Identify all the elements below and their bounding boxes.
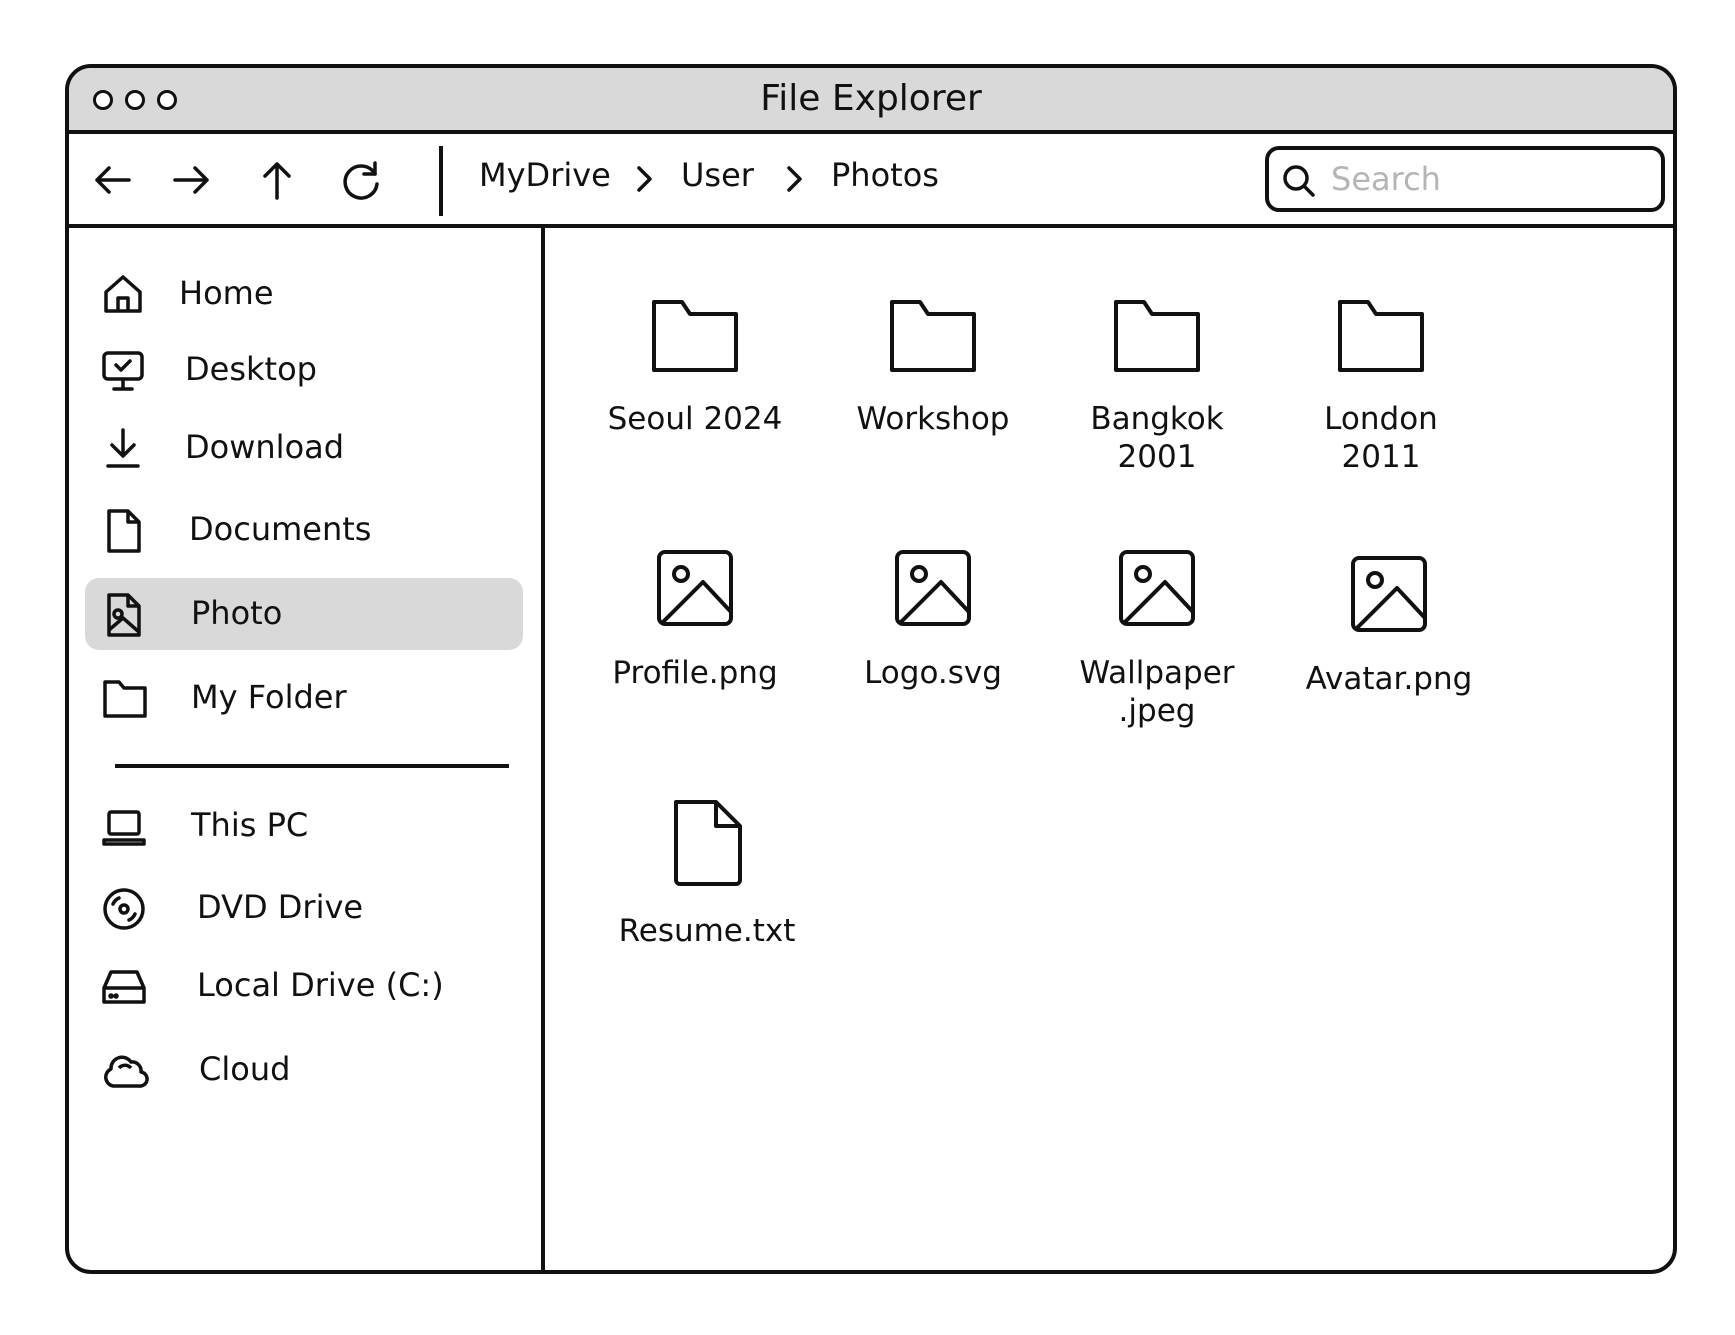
file-name: Logo.svg [864, 655, 1002, 691]
folder-item-seoul-2024[interactable]: Seoul 2024 [585, 298, 805, 438]
sidebar-item-home[interactable]: Home [85, 258, 523, 330]
breadcrumb-user[interactable]: User [681, 156, 754, 194]
cloud-icon [104, 1055, 149, 1088]
folder-item-bangkok-2001[interactable]: Bangkok 2001 [1047, 298, 1267, 476]
file-explorer-window: File Explorer MyDrive User Photos Home [65, 64, 1677, 1274]
sidebar-item-desktop[interactable]: Desktop [85, 334, 523, 406]
home-icon [104, 275, 142, 313]
image-item-logo[interactable]: Logo.svg [823, 548, 1043, 692]
image-icon [895, 550, 971, 626]
folder-icon [890, 300, 976, 372]
refresh-icon [343, 161, 379, 200]
laptop-icon [102, 810, 146, 846]
folder-icon [103, 680, 147, 718]
file-name: Wallpaper .jpeg [1047, 654, 1267, 730]
folder-item-workshop[interactable]: Workshop [823, 298, 1043, 438]
chevron-right-icon [787, 166, 802, 192]
breadcrumb-mydrive[interactable]: MyDrive [479, 156, 611, 194]
sidebar-item-label: Documents [189, 510, 372, 548]
search-icon [1283, 165, 1315, 197]
folder-item-london-2011[interactable]: London 2011 [1271, 298, 1491, 476]
file-grid: Seoul 2024 Workshop Bangkok 2001 London 20… [545, 228, 1673, 1270]
search-box[interactable] [1265, 146, 1665, 212]
dvd-icon [103, 888, 145, 930]
arrow-right-icon [173, 166, 209, 194]
file-name: Seoul 2024 [607, 401, 783, 437]
folder-icon [1114, 300, 1200, 372]
image-item-wallpaper[interactable]: Wallpaper .jpeg [1047, 548, 1267, 730]
sidebar-item-label: My Folder [191, 678, 347, 716]
image-item-profile[interactable]: Profile.png [585, 548, 805, 692]
sidebar-item-label: DVD Drive [197, 888, 364, 926]
folder-icon [652, 300, 738, 372]
desktop-icon [102, 351, 144, 391]
file-name: Profile.png [612, 655, 778, 691]
sidebar-item-label: Photo [191, 594, 283, 632]
arrow-up-icon [263, 162, 291, 200]
file-name: London 2011 [1271, 400, 1491, 476]
sidebar-item-download[interactable]: Download [85, 412, 523, 484]
document-icon [107, 509, 141, 553]
image-icon [657, 550, 733, 626]
file-name-line: 2001 [1117, 439, 1197, 475]
sidebar-item-documents[interactable]: Documents [85, 494, 523, 566]
forward-button[interactable] [169, 158, 213, 202]
image-icon [1119, 550, 1195, 626]
download-icon [106, 428, 140, 468]
title-bar: File Explorer [69, 68, 1673, 134]
file-item-resume[interactable]: Resume.txt [597, 798, 817, 950]
up-button[interactable] [255, 158, 299, 202]
back-button[interactable] [91, 158, 135, 202]
sidebar-item-cloud[interactable]: Cloud [85, 1034, 523, 1106]
sidebar-item-label: Cloud [199, 1050, 291, 1088]
window-title: File Explorer [760, 78, 982, 119]
sidebar-item-my-folder[interactable]: My Folder [85, 662, 523, 734]
file-name: Workshop [856, 401, 1010, 437]
sidebar-item-label: Local Drive (C:) [197, 966, 444, 1004]
sidebar-item-label: Desktop [185, 350, 317, 388]
search-input[interactable] [1331, 156, 1651, 202]
sidebar-item-this-pc[interactable]: This PC [85, 790, 523, 862]
file-name-line: London [1324, 401, 1438, 437]
sidebar: Home Desktop Download Documents Photo My… [69, 228, 545, 1270]
file-name-line: 2011 [1341, 439, 1421, 475]
hard-drive-icon [102, 970, 146, 1004]
file-name: Resume.txt [618, 913, 796, 949]
file-icon [674, 800, 742, 886]
arrow-left-icon [95, 166, 131, 194]
toolbar-divider [439, 146, 443, 216]
refresh-button[interactable] [339, 158, 383, 202]
file-name-line: .jpeg [1118, 693, 1196, 729]
image-icon [1351, 556, 1427, 632]
file-name-line: Wallpaper [1079, 655, 1235, 691]
sidebar-item-photo[interactable]: Photo [85, 578, 523, 650]
sidebar-divider [115, 764, 509, 768]
file-name: Avatar.png [1305, 661, 1473, 697]
file-name-line: Bangkok [1090, 401, 1224, 437]
toolbar: MyDrive User Photos [69, 134, 1673, 228]
sidebar-item-label: Download [185, 428, 345, 466]
breadcrumb-photos[interactable]: Photos [831, 156, 939, 194]
sidebar-item-label: This PC [191, 806, 309, 844]
file-name: Bangkok 2001 [1047, 400, 1267, 476]
image-item-avatar[interactable]: Avatar.png [1279, 554, 1499, 698]
chevron-right-icon [637, 166, 652, 192]
folder-icon [1338, 300, 1424, 372]
sidebar-item-label: Home [179, 274, 274, 312]
sidebar-item-local-drive[interactable]: Local Drive (C:) [85, 950, 523, 1022]
photo-icon [107, 593, 141, 637]
sidebar-item-dvd-drive[interactable]: DVD Drive [85, 872, 523, 944]
